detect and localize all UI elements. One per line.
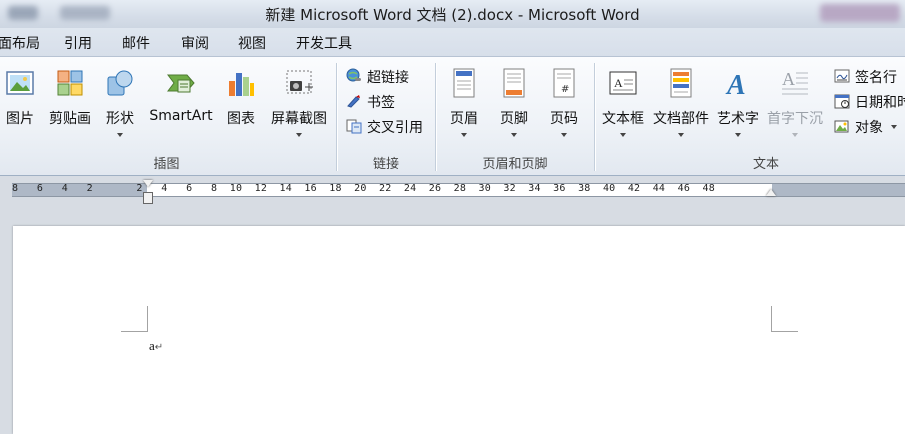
tab-developer[interactable]: 开发工具 [296,33,352,53]
object-label: 对象 [855,120,883,136]
textbox-button[interactable]: A 文本框 [600,61,646,149]
picture-icon [6,71,34,95]
header-dropdown-arrow[interactable] [461,133,467,137]
page-number-label: 页码 [550,111,578,127]
object-button[interactable]: 对象 [834,115,905,137]
picture-label: 图片 [6,111,34,127]
ruler-right-margin [772,184,905,196]
date-time-label: 日期和时 [855,95,905,111]
bar-chart-icon [229,73,254,96]
tab-mailings[interactable]: 邮件 [122,33,150,53]
clipart-button[interactable]: 剪贴画 [46,61,94,149]
shapes-label: 形状 [106,111,134,127]
screenshot-icon [286,70,313,94]
screenshot-button[interactable]: 屏幕截图 [266,61,332,149]
picture-button[interactable]: 图片 [0,61,40,149]
title-bar: 新建 Microsoft Word 文档 (2).docx - Microsof… [0,0,905,28]
svg-text:#: # [561,84,569,95]
drop-cap-label: 首字下沉 [767,111,823,127]
chart-button[interactable]: 图表 [222,61,260,149]
wordart-button[interactable]: A 艺术字 [714,61,762,149]
group-label-links: 链接 [372,157,399,172]
cross-reference-icon [346,119,362,134]
textbox-dropdown-arrow[interactable] [620,133,626,137]
tab-review[interactable]: 审阅 [181,33,209,53]
drop-cap-button[interactable]: A 首字下沉 [764,61,826,149]
quick-parts-dropdown-arrow[interactable] [678,133,684,137]
footer-dropdown-arrow[interactable] [511,133,517,137]
hyperlink-button[interactable]: 超链接 [346,65,426,87]
ribbon: 图片 剪贴画 形状 SmartArt 图表 屏幕截图 插图 超链接 书签 交叉引… [0,56,905,176]
shapes-button[interactable]: 形状 [99,61,141,149]
crop-mark-left [121,331,148,332]
object-icon [834,120,849,133]
calendar-icon [834,94,850,109]
page-number-button[interactable]: # 页码 [544,61,584,149]
cross-reference-label: 交叉引用 [367,120,423,136]
drop-cap-dropdown-arrow[interactable] [792,133,798,137]
group-label-text: 文本 [752,157,779,172]
header-icon [453,68,475,98]
wordart-icon: A [725,70,746,99]
smartart-button[interactable]: SmartArt [146,61,216,149]
svg-text:A: A [725,70,746,99]
page-number-dropdown-arrow[interactable] [561,133,567,137]
bookmark-icon [347,95,360,108]
textbox-icon: A [609,71,637,95]
bookmark-button[interactable]: 书签 [346,90,426,112]
clipart-icon [57,70,83,96]
object-dropdown-arrow[interactable] [891,125,897,129]
window-title: 新建 Microsoft Word 文档 (2).docx - Microsof… [265,6,640,24]
header-label: 页眉 [450,111,478,127]
signature-line-icon [834,69,850,83]
date-time-button[interactable]: 日期和时 [834,90,905,112]
header-button[interactable]: 页眉 [444,61,484,149]
wordart-dropdown-arrow[interactable] [735,133,741,137]
quick-parts-button[interactable]: 文档部件 [650,61,712,149]
hyperlink-label: 超链接 [367,70,409,86]
page-number-icon: # [553,68,575,98]
quick-parts-label: 文档部件 [653,111,709,127]
footer-icon [503,68,525,98]
crop-mark-right [771,306,772,332]
footer-label: 页脚 [500,111,528,127]
document-body[interactable]: a↵ [149,338,163,354]
smartart-label: SmartArt [149,108,213,124]
chart-label: 图表 [227,111,255,127]
group-label-illustrations: 插图 [153,157,180,172]
svg-text:A: A [782,69,795,89]
drop-cap-icon: A [782,69,808,95]
screenshot-label: 屏幕截图 [271,111,327,127]
ribbon-tabs: 面布局 引用 邮件 审阅 视图 开发工具 [0,28,905,56]
group-separator [594,63,595,171]
tab-view[interactable]: 视图 [238,33,266,53]
right-indent-marker[interactable] [766,189,776,196]
svg-text:A: A [614,76,623,90]
textbox-label: 文本框 [602,111,644,127]
crop-mark-left [147,306,148,332]
tab-page-layout[interactable]: 面布局 [0,33,40,53]
shapes-icon [107,70,133,96]
clipart-label: 剪贴画 [49,111,91,127]
footer-button[interactable]: 页脚 [494,61,534,149]
ruler-numbers: 8 6 4 2 2 4 6 8 10 12 14 16 18 20 22 24 … [12,183,715,194]
bookmark-label: 书签 [367,95,395,111]
screenshot-dropdown-arrow[interactable] [296,133,302,137]
group-label-header-footer: 页眉和页脚 [482,157,548,172]
wordart-label: 艺术字 [717,111,759,127]
signature-line-label: 签名行 [855,70,897,86]
cross-reference-button[interactable]: 交叉引用 [346,115,431,137]
shapes-dropdown-arrow[interactable] [117,133,123,137]
smartart-icon [167,74,195,93]
tab-references[interactable]: 引用 [64,33,92,53]
globe-link-icon [346,68,361,82]
paragraph-mark-icon: ↵ [154,342,164,353]
crop-mark-right [771,331,798,332]
left-indent-marker[interactable] [143,192,153,204]
first-line-indent-marker[interactable] [143,180,153,187]
quick-parts-icon [670,68,692,98]
signature-line-button[interactable]: 签名行 [834,65,905,87]
